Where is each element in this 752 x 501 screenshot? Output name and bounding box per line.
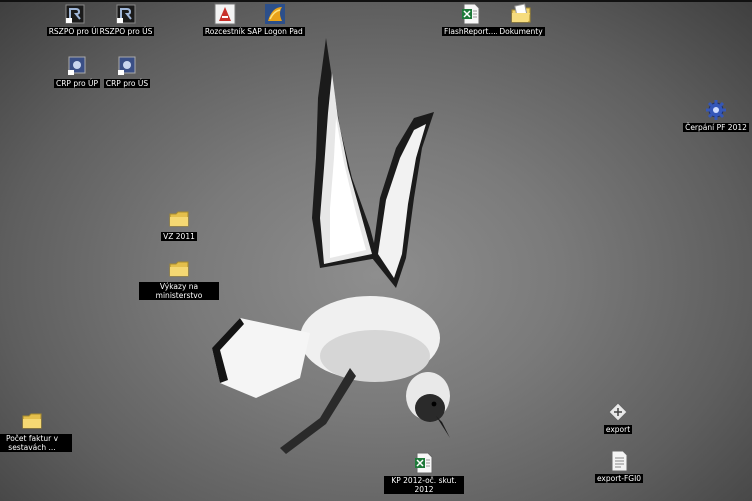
folder-icon <box>169 211 189 227</box>
folder-icon <box>169 261 189 277</box>
desktop-icon-export-fgi0[interactable]: export-FGI0 <box>579 450 659 483</box>
rszpo-shortcut-icon <box>65 4 85 24</box>
rszpo-shortcut-icon <box>116 4 136 24</box>
desktop-icon-label: Výkazy na ministerstvo <box>139 282 219 300</box>
export-file-icon <box>608 402 628 422</box>
desktop-icon-label: RSZPO pro ÚS <box>97 27 155 36</box>
gear-icon <box>706 100 726 120</box>
desktop-icon-pocet-faktur[interactable]: Počet faktur v sestavách ... <box>0 410 72 452</box>
desktop-icon-crp-us[interactable]: CRP pro ÚS <box>87 55 167 88</box>
desktop-icon-rszpo-us[interactable]: RSZPO pro ÚS <box>86 3 166 36</box>
documents-folder-icon <box>511 3 531 23</box>
desktop-icon-dokumenty[interactable]: Dokumenty <box>481 3 561 36</box>
screen-top-edge <box>0 0 752 2</box>
desktop[interactable]: RSZPO pro ÚP RSZPO pro ÚS Rozcestník SAP… <box>0 0 752 501</box>
desktop-icon-label: CRP pro ÚS <box>103 79 151 88</box>
crp-shortcut-icon <box>68 56 86 75</box>
desktop-icon-label: export-FGI0 <box>594 474 644 483</box>
excel-file-icon <box>462 3 480 25</box>
desktop-icon-label: KP 2012-oč. skut. 2012 <box>384 476 464 494</box>
rozcestnik-icon <box>214 3 236 25</box>
text-file-icon <box>611 450 628 472</box>
folder-icon <box>22 413 42 429</box>
sap-logon-icon <box>265 4 285 24</box>
desktop-icon-vykazy[interactable]: Výkazy na ministerstvo <box>139 258 219 300</box>
desktop-icon-cerpani-pf[interactable]: Čerpání PF 2012 <box>676 99 752 132</box>
desktop-icon-sap-logon[interactable]: SAP Logon Pad <box>235 3 315 36</box>
desktop-icon-label: Dokumenty <box>497 27 545 36</box>
wallpaper-gull-image <box>212 38 450 454</box>
excel-file-icon <box>415 452 433 474</box>
desktop-icon-label: VZ 2011 <box>161 232 197 241</box>
desktop-icon-label: export <box>603 425 633 434</box>
crp-shortcut-icon <box>118 56 136 75</box>
desktop-icon-kp-2012[interactable]: KP 2012-oč. skut. 2012 <box>384 452 464 494</box>
desktop-icon-export[interactable]: export <box>578 401 658 434</box>
desktop-icon-vz-2011[interactable]: VZ 2011 <box>139 208 219 241</box>
desktop-icon-label: Počet faktur v sestavách ... <box>0 434 72 452</box>
desktop-icon-label: Čerpání PF 2012 <box>683 123 749 132</box>
desktop-icon-label: SAP Logon Pad <box>245 27 305 36</box>
